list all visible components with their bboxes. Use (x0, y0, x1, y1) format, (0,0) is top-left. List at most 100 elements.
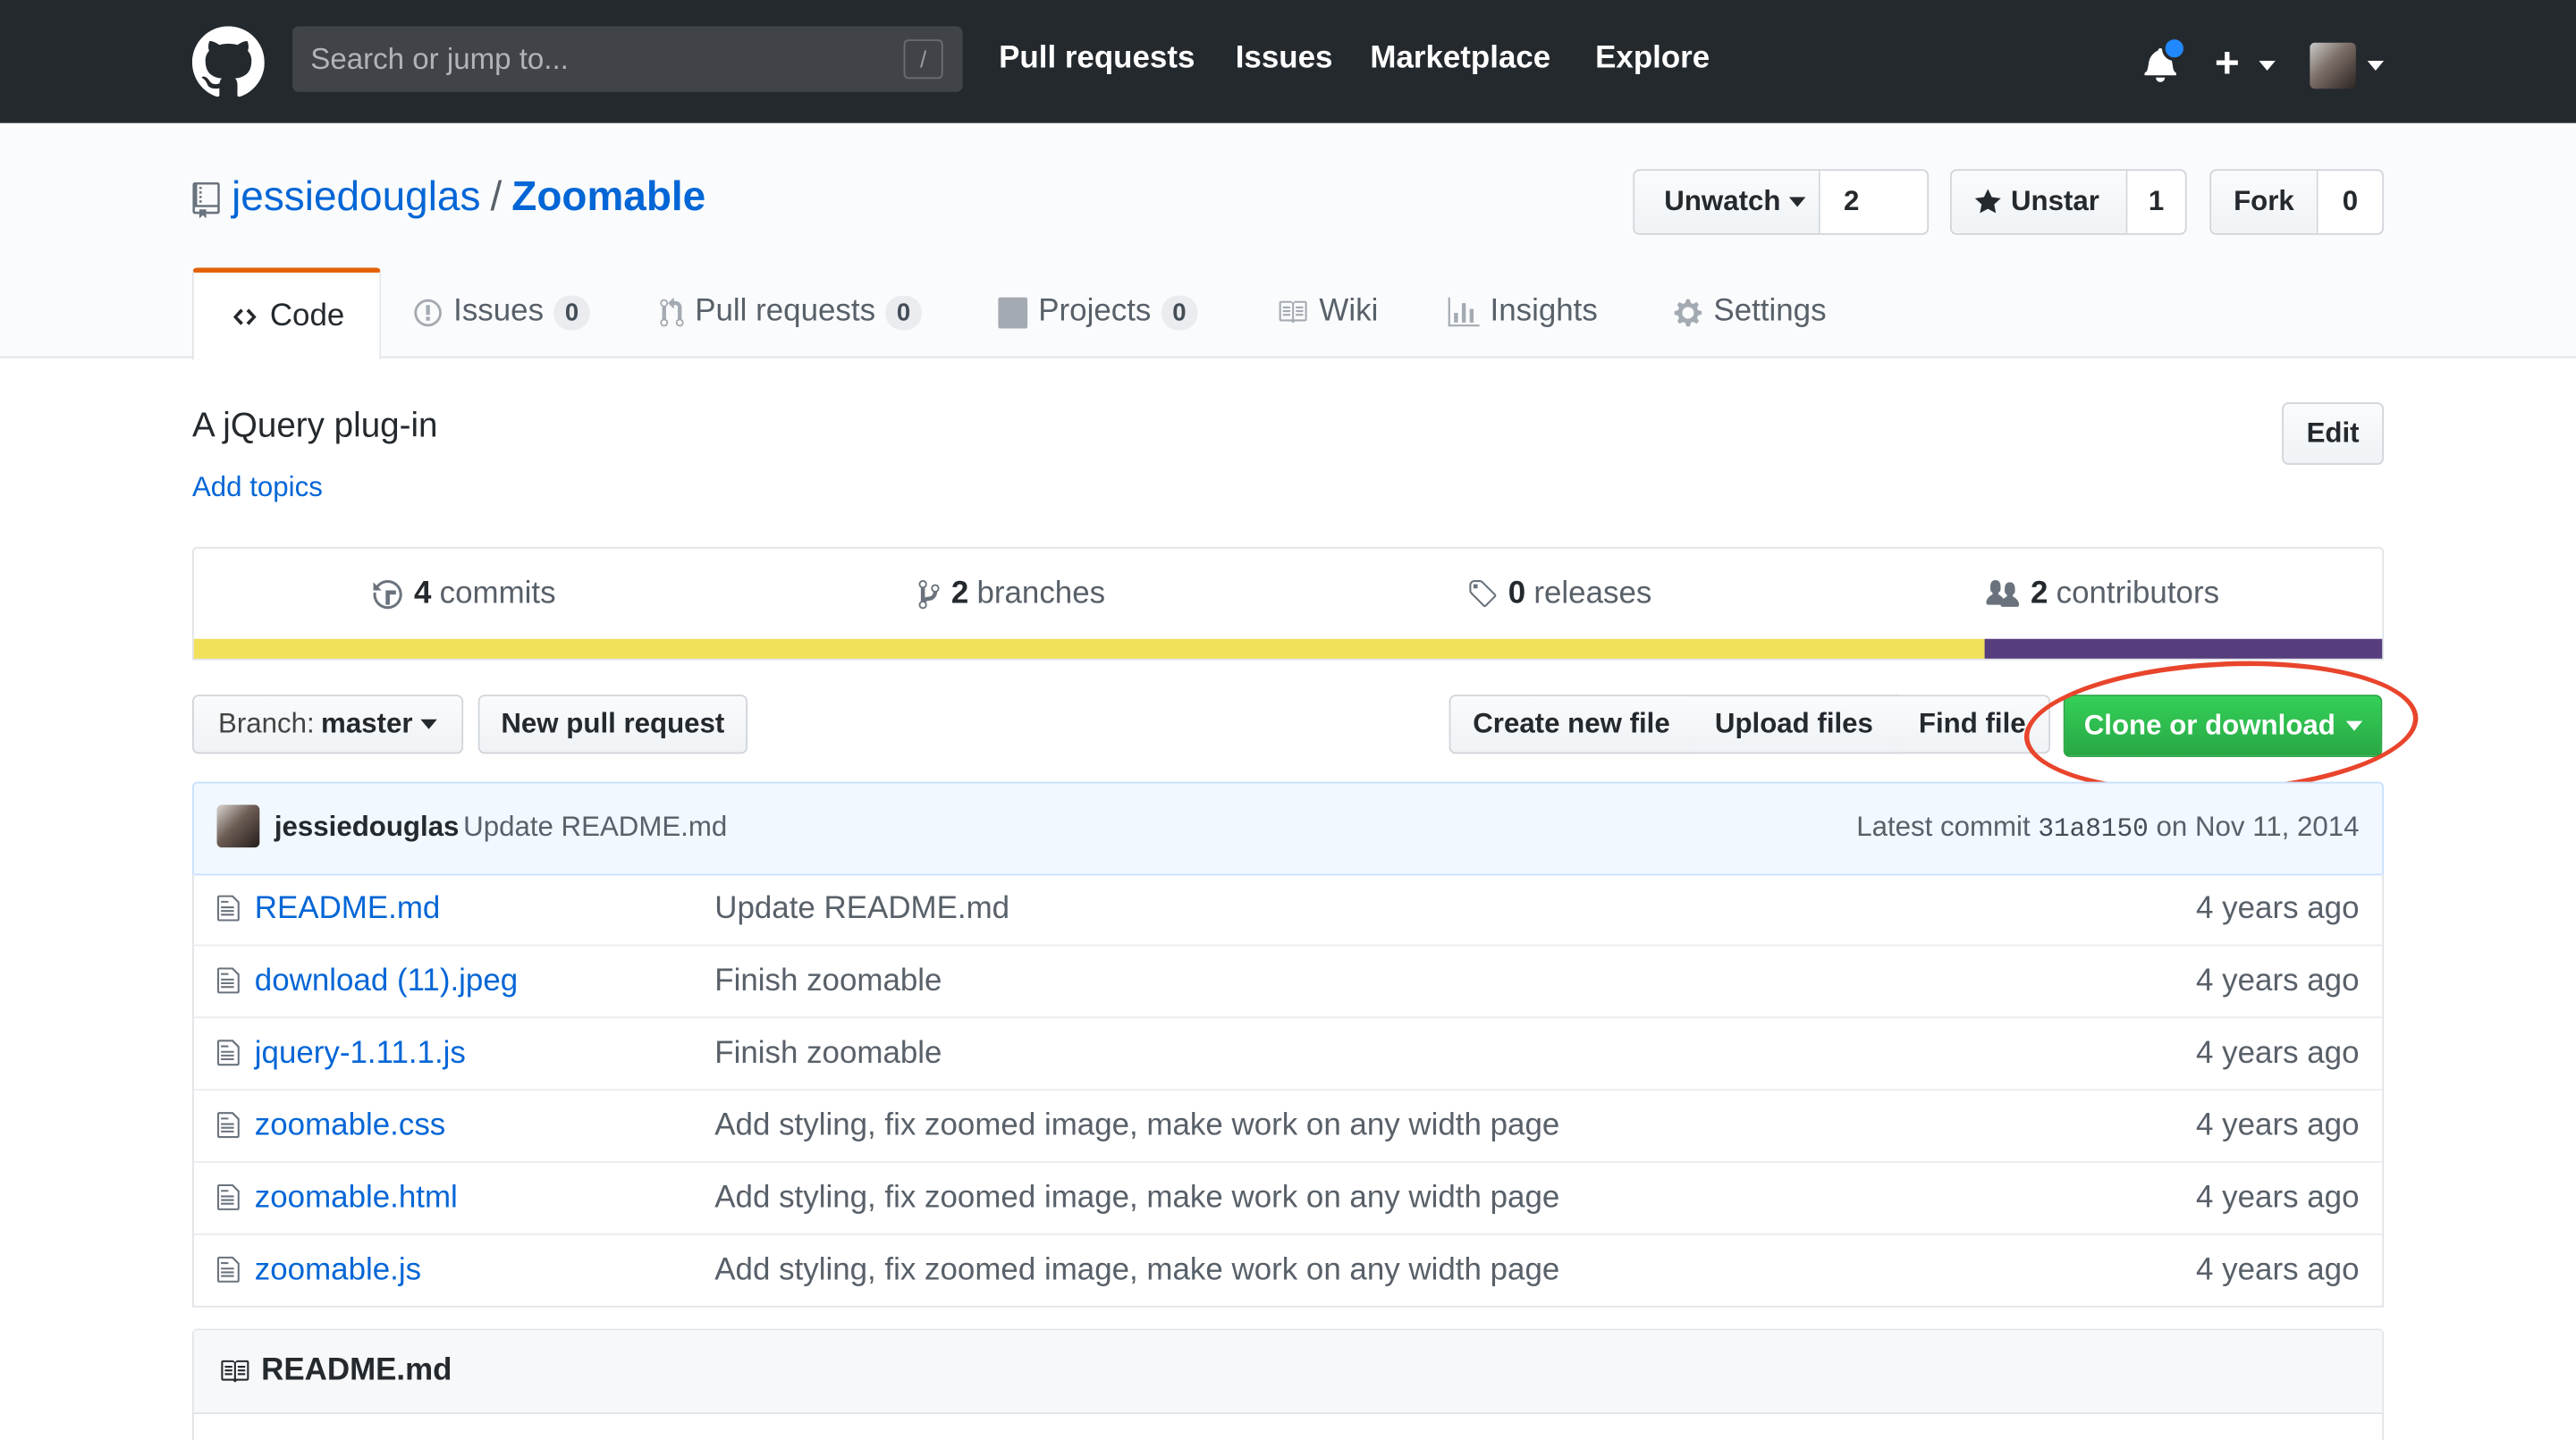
commit-message[interactable]: Update README.md (463, 812, 727, 845)
tab-pull-requests[interactable]: Pull requests 0 (659, 267, 923, 356)
branch-select-button[interactable]: Branch: master (191, 695, 464, 754)
releases-count: 0 (1508, 576, 1526, 611)
upload-files-button[interactable]: Upload files (1692, 695, 1898, 754)
file-commit-message[interactable]: Add styling, fix zoomed image, make work… (714, 1181, 1559, 1217)
star-button-group: Unstar 1 (1949, 169, 2187, 235)
create-caret-icon[interactable] (2259, 60, 2276, 72)
tab-code-label: Code (269, 298, 345, 333)
file-commit-message[interactable]: Add styling, fix zoomed image, make work… (714, 1253, 1559, 1289)
file-commit-message[interactable]: Add styling, fix zoomed image, make work… (714, 1108, 1559, 1144)
tab-settings[interactable]: Settings (1672, 267, 1827, 356)
unwatch-caret-icon (1788, 197, 1806, 207)
nav-marketplace[interactable]: Marketplace (1370, 41, 1550, 77)
contributors-label: contributors (2056, 576, 2220, 611)
create-new-file-button[interactable]: Create new file (1448, 695, 1694, 754)
branch-prefix: Branch: (218, 707, 315, 739)
book-icon (1275, 298, 1310, 327)
file-name-link[interactable]: zoomable.html (255, 1181, 458, 1217)
gear-icon (1672, 297, 1703, 328)
tab-pull-requests-label: Pull requests (695, 293, 876, 329)
file-name-link[interactable]: zoomable.js (255, 1253, 421, 1289)
tab-wiki-label: Wiki (1319, 293, 1379, 329)
repo-owner-link[interactable]: jessiedouglas (232, 174, 480, 220)
github-logo-icon[interactable] (191, 26, 265, 98)
file-row: README.md Update README.md 4 years ago (194, 873, 2382, 944)
search-shortcut-key: / (903, 39, 943, 80)
unstar-button[interactable]: Unstar (1951, 171, 2128, 233)
nav-issues[interactable]: Issues (1236, 41, 1333, 77)
file-age: 4 years ago (2196, 1181, 2360, 1216)
branches-label: branches (976, 576, 1106, 611)
repo-name-link[interactable]: Zoomable (511, 174, 705, 220)
file-icon (216, 895, 240, 922)
file-icon (216, 1040, 240, 1066)
repo-description: A jQuery plug-in (191, 407, 438, 445)
commit-tease: jessiedouglas Update README.md Latest co… (191, 781, 2385, 876)
readme-title: README.md (261, 1353, 452, 1388)
fork-button-group: Fork 0 (2209, 169, 2385, 235)
repo-title: jessiedouglas / Zoomable (232, 174, 705, 222)
language-segment[interactable] (1983, 638, 2383, 659)
search-input[interactable]: Search or jump to... / (292, 26, 963, 92)
tab-settings-label: Settings (1713, 293, 1827, 329)
repo-title-separator: / (490, 173, 503, 221)
fork-count[interactable]: 0 (2318, 171, 2383, 233)
branch-caret-icon (420, 719, 438, 729)
search-placeholder: Search or jump to... (310, 42, 569, 76)
language-bar[interactable] (193, 638, 2383, 659)
unstar-label: Unstar (2010, 185, 2099, 217)
tab-issues[interactable]: Issues 0 (412, 267, 591, 356)
file-row: jquery-1.11.1.js Finish zoomable 4 years… (193, 1016, 2383, 1089)
file-icon (216, 1112, 240, 1139)
user-avatar[interactable] (2310, 42, 2356, 89)
git-pull-request-icon (659, 296, 685, 328)
tab-code[interactable]: Code (191, 267, 382, 360)
graph-icon (1448, 296, 1481, 328)
file-age: 4 years ago (2196, 1108, 2360, 1143)
nav-pull-requests[interactable]: Pull requests (999, 41, 1195, 77)
avatar-caret-icon[interactable] (2367, 60, 2385, 72)
notifications-bell-icon[interactable] (2142, 36, 2187, 82)
create-new-plus-icon[interactable]: + (2215, 41, 2240, 84)
releases-link[interactable]: 0 releases (1467, 576, 1651, 612)
star-icon (1974, 189, 2001, 214)
watch-count[interactable]: 2 (1820, 171, 1883, 233)
watch-button-group: Unwatch 2 (1633, 169, 1930, 235)
branches-link[interactable]: 2 branches (916, 577, 1105, 612)
commit-author-avatar[interactable] (216, 804, 260, 848)
new-pull-request-button[interactable]: New pull request (477, 695, 748, 754)
contributors-count: 2 (2031, 576, 2048, 611)
file-commit-message[interactable]: Update README.md (714, 892, 1009, 928)
file-name-link[interactable]: README.md (255, 892, 441, 928)
fork-button[interactable]: Fork (2211, 171, 2318, 233)
file-commit-message[interactable]: Finish zoomable (714, 1036, 942, 1072)
tab-pull-requests-count: 0 (885, 294, 923, 330)
file-name-link[interactable]: jquery-1.11.1.js (255, 1036, 466, 1072)
commits-link[interactable]: 4 commits (371, 577, 556, 612)
file-commit-message[interactable]: Finish zoomable (714, 964, 942, 1000)
commit-sha[interactable]: 31a8150 (2038, 814, 2149, 844)
nav-explore[interactable]: Explore (1595, 41, 1710, 77)
edit-description-button[interactable]: Edit (2282, 402, 2385, 465)
history-icon (373, 580, 402, 610)
tab-projects[interactable]: Projects 0 (997, 267, 1198, 356)
commit-author[interactable]: jessiedouglas (274, 812, 460, 845)
tab-insights[interactable]: Insights (1448, 267, 1598, 356)
add-topics-link[interactable]: Add topics (192, 471, 323, 504)
readme-header: README.md (193, 1330, 2383, 1415)
file-age: 4 years ago (2196, 891, 2360, 927)
latest-commit: Latest commit 31a8150 on Nov 11, 2014 (1856, 812, 2359, 845)
contributors-link[interactable]: 2 contributors (1985, 577, 2219, 612)
unwatch-button[interactable]: Unwatch (1634, 171, 1820, 233)
tab-wiki[interactable]: Wiki (1275, 267, 1379, 356)
star-count[interactable]: 1 (2127, 171, 2185, 233)
language-segment[interactable] (193, 638, 1984, 659)
branch-name: master (321, 707, 413, 739)
file-icon (216, 1256, 240, 1283)
commit-date: Nov 11, 2014 (2194, 811, 2360, 843)
file-icon (216, 1183, 240, 1210)
file-name-link[interactable]: download (11).jpeg (255, 964, 518, 1000)
code-icon (233, 307, 258, 324)
git-branch-icon (918, 580, 940, 610)
file-name-link[interactable]: zoomable.css (255, 1108, 445, 1144)
